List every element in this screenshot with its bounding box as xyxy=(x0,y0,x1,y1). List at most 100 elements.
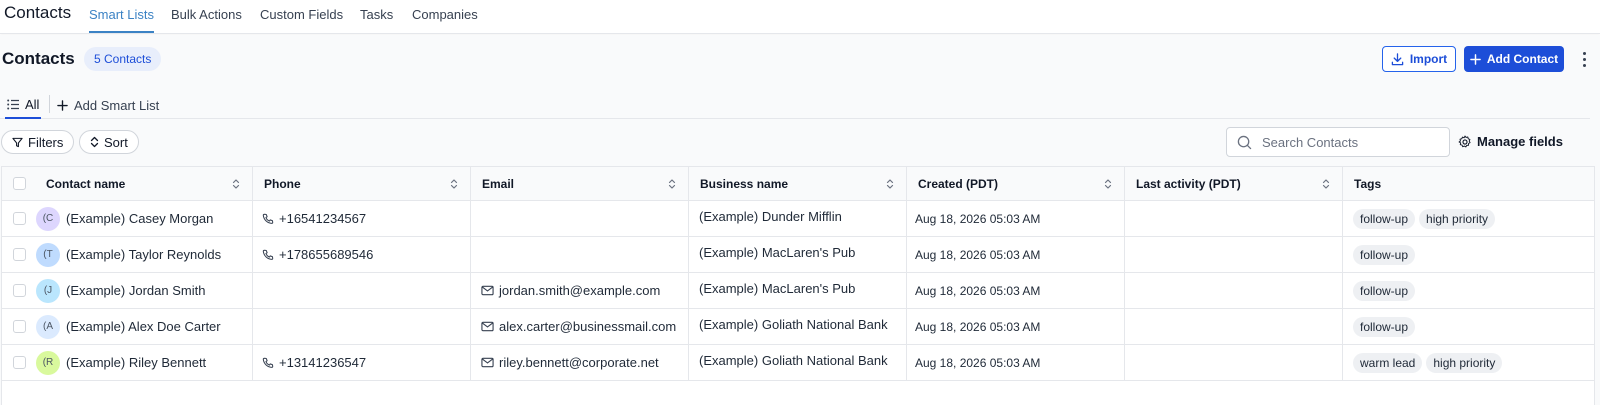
column-header-email[interactable]: Email xyxy=(471,167,689,200)
column-header-contact-name[interactable]: Contact name xyxy=(2,167,253,200)
cell-contact-name[interactable]: (T (Example) Taylor Reynolds xyxy=(2,237,253,272)
add-contact-button[interactable]: Add Contact xyxy=(1464,46,1564,72)
created-date: Aug 18, 2026 05:03 AM xyxy=(915,211,1041,226)
column-label: Business name xyxy=(700,176,789,191)
mail-icon xyxy=(481,357,494,368)
cell-tags: follow-up high priority xyxy=(1343,201,1594,236)
tag-badge[interactable]: follow-up xyxy=(1353,316,1416,337)
phone-number[interactable]: +178655689546 xyxy=(279,247,373,262)
avatar: (T xyxy=(36,242,60,267)
tab-bulk-actions[interactable]: Bulk Actions xyxy=(171,7,242,33)
cell-contact-name[interactable]: (R (Example) Riley Bennett xyxy=(2,345,253,380)
table-row[interactable]: (J (Example) Jordan Smith jordan.smith@exa… xyxy=(2,273,1594,309)
tab-divider xyxy=(49,95,50,113)
cell-email: alex.carter@businessmail.com xyxy=(471,309,689,344)
select-all-checkbox[interactable] xyxy=(13,177,26,190)
tag-badge[interactable]: warm lead xyxy=(1353,352,1423,373)
contact-name[interactable]: (Example) Riley Bennett xyxy=(66,355,206,370)
filters-button[interactable]: Filters xyxy=(1,130,75,154)
column-header-last-activity[interactable]: Last activity (PDT) xyxy=(1125,167,1343,200)
tag-badge[interactable]: high priority xyxy=(1419,208,1496,229)
cell-phone: +178655689546 xyxy=(253,237,471,272)
cell-created: Aug 18, 2026 05:03 AM xyxy=(907,273,1125,308)
row-checkbox[interactable] xyxy=(13,248,26,261)
cell-contact-name[interactable]: (C (Example) Casey Morgan xyxy=(2,201,253,236)
search-input[interactable] xyxy=(1262,134,1432,150)
table-row[interactable]: (R (Example) Riley Bennett +13141236547 ril… xyxy=(2,345,1594,381)
sort-button[interactable]: Sort xyxy=(79,130,139,154)
table-row[interactable]: (C (Example) Casey Morgan +16541234567 (Exa… xyxy=(2,201,1594,237)
plus-icon xyxy=(1470,53,1481,65)
phone-icon xyxy=(262,357,274,369)
avatar: (J xyxy=(36,278,60,303)
plus-icon xyxy=(57,99,68,111)
cell-contact-name[interactable]: (A (Example) Alex Doe Carter xyxy=(2,309,253,344)
cell-phone xyxy=(253,309,471,344)
table-row[interactable]: (A (Example) Alex Doe Carter alex.carter@b… xyxy=(2,309,1594,345)
more-options-icon[interactable] xyxy=(1576,47,1592,71)
cell-business-name: (Example) Goliath National Bank xyxy=(689,309,907,344)
tab-smart-lists[interactable]: Smart Lists xyxy=(89,7,155,33)
tab-companies[interactable]: Companies xyxy=(412,7,478,33)
add-smart-list-button[interactable]: Add Smart List xyxy=(57,91,159,119)
email-address[interactable]: riley.bennett@corporate.net xyxy=(499,355,659,370)
row-checkbox[interactable] xyxy=(13,356,26,369)
phone-icon xyxy=(262,249,274,261)
mail-icon xyxy=(481,285,494,296)
sort-icon[interactable] xyxy=(886,178,894,193)
cell-last-activity xyxy=(1125,309,1343,344)
row-checkbox[interactable] xyxy=(13,320,26,333)
cell-created: Aug 18, 2026 05:03 AM xyxy=(907,201,1125,236)
column-label: Email xyxy=(482,176,515,191)
cell-created: Aug 18, 2026 05:03 AM xyxy=(907,237,1125,272)
column-header-created[interactable]: Created (PDT) xyxy=(907,167,1125,200)
tag-badge[interactable]: follow-up xyxy=(1353,244,1416,265)
sort-icon[interactable] xyxy=(1322,178,1330,193)
sort-icon[interactable] xyxy=(668,178,676,193)
phone-number[interactable]: +13141236547 xyxy=(279,355,366,370)
business-name: (Example) Dunder Mifflin xyxy=(699,209,842,224)
cell-contact-name[interactable]: (J (Example) Jordan Smith xyxy=(2,273,253,308)
cell-email xyxy=(471,237,689,272)
column-header-phone[interactable]: Phone xyxy=(253,167,471,200)
import-button[interactable]: Import xyxy=(1382,46,1456,72)
cell-tags: warm lead high priority xyxy=(1343,345,1594,380)
page-title: Contacts xyxy=(2,49,75,68)
cell-business-name: (Example) MacLaren's Pub xyxy=(689,273,907,308)
smart-list-all-label: All xyxy=(25,96,40,112)
sort-icon[interactable] xyxy=(1104,178,1112,193)
tag-badge[interactable]: high priority xyxy=(1426,352,1503,373)
column-header-business-name[interactable]: Business name xyxy=(689,167,907,200)
tag-badge[interactable]: follow-up xyxy=(1353,280,1416,301)
search-box[interactable] xyxy=(1226,127,1450,157)
column-label: Created (PDT) xyxy=(918,176,999,191)
row-checkbox[interactable] xyxy=(13,212,26,225)
phone-icon xyxy=(262,213,274,225)
tab-tasks[interactable]: Tasks xyxy=(360,7,393,33)
contact-name[interactable]: (Example) Alex Doe Carter xyxy=(66,319,221,334)
mail-icon xyxy=(481,321,494,332)
email-address[interactable]: alex.carter@businessmail.com xyxy=(499,319,676,334)
sort-icon[interactable] xyxy=(450,178,458,193)
contacts-count-badge: 5 Contacts xyxy=(84,47,162,71)
tag-badge[interactable]: follow-up xyxy=(1353,208,1416,229)
smart-list-tab-all[interactable]: All xyxy=(5,91,42,119)
contact-name[interactable]: (Example) Taylor Reynolds xyxy=(66,247,221,262)
contacts-table: Contact name Phone Email Business name C… xyxy=(1,166,1595,405)
cell-email: jordan.smith@example.com xyxy=(471,273,689,308)
business-name: (Example) Goliath National Bank xyxy=(699,353,888,368)
cell-tags: follow-up xyxy=(1343,309,1594,344)
column-label: Phone xyxy=(264,176,301,191)
phone-number[interactable]: +16541234567 xyxy=(279,211,366,226)
row-checkbox[interactable] xyxy=(13,284,26,297)
created-date: Aug 18, 2026 05:03 AM xyxy=(915,247,1041,262)
avatar: (R xyxy=(36,350,60,375)
contact-name[interactable]: (Example) Casey Morgan xyxy=(66,211,213,226)
cell-phone: +16541234567 xyxy=(253,201,471,236)
manage-fields-button[interactable]: Manage fields xyxy=(1458,134,1563,149)
email-address[interactable]: jordan.smith@example.com xyxy=(499,283,660,298)
sort-icon[interactable] xyxy=(232,178,240,193)
tab-custom-fields[interactable]: Custom Fields xyxy=(260,7,343,33)
contact-name[interactable]: (Example) Jordan Smith xyxy=(66,283,205,298)
table-row[interactable]: (T (Example) Taylor Reynolds +178655689546… xyxy=(2,237,1594,273)
